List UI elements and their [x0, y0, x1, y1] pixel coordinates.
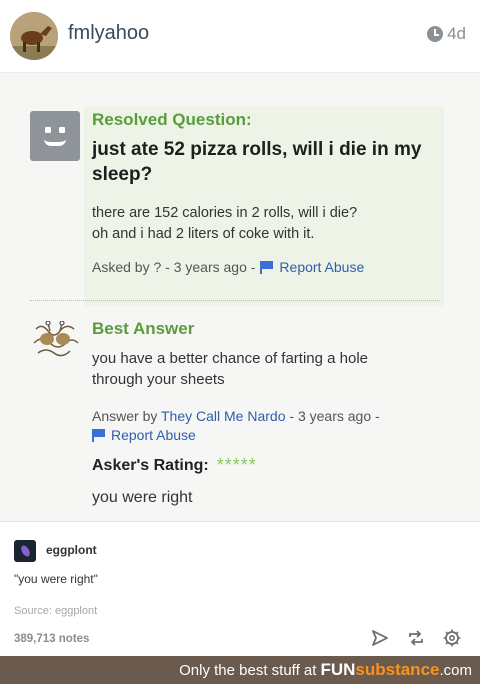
watermark-footer: Only the best stuff at FUNsubstance .com	[0, 656, 480, 684]
best-answer-heading: Best Answer	[92, 319, 195, 338]
spaghetti-monster-avatar-icon	[33, 321, 79, 357]
eggplant-avatar[interactable]	[14, 540, 36, 562]
answer-body-line: through your sheets	[92, 371, 225, 388]
flag-icon	[92, 428, 106, 442]
username[interactable]: fmlyahoo	[68, 22, 149, 45]
rating-comment: you were right	[92, 489, 193, 506]
resolved-question-heading: Resolved Question:	[92, 110, 252, 129]
post-header: fmlyahoo 4d	[0, 0, 480, 72]
share-icon[interactable]	[370, 628, 390, 648]
rating-label: Asker's Rating:	[92, 456, 209, 474]
answer-report-line: Report Abuse	[92, 427, 196, 443]
answer-body-line: you have a better chance of farting a ho…	[92, 350, 369, 367]
answer-by-suffix: - 3 years ago -	[285, 408, 380, 424]
post-actions	[370, 628, 462, 648]
answer-by-line: Answer by They Call Me Nardo - 3 years a…	[92, 406, 442, 427]
notes-count[interactable]: 389,713 notes	[14, 633, 89, 645]
asked-by-line: Asked by ? - 3 years ago - Report Abuse	[92, 259, 364, 275]
answerer-link[interactable]: They Call Me Nardo	[161, 408, 286, 424]
default-avatar-icon	[30, 111, 80, 161]
question-body-line: oh and i had 2 liters of coke with it.	[92, 226, 315, 242]
question-body: there are 152 calories in 2 rolls, will …	[92, 203, 432, 245]
reblog-section: eggplont "you were right" Source: eggplo…	[0, 521, 480, 656]
section-divider	[30, 300, 440, 301]
asked-by-text: Asked by ? - 3 years ago -	[92, 259, 256, 275]
post-age-text: 4d	[447, 24, 466, 43]
footer-domain: .com	[439, 661, 472, 679]
source-link[interactable]: Source: eggplont	[14, 605, 97, 617]
answer-body: you have a better chance of farting a ho…	[92, 348, 442, 390]
footer-tagline: Only the best stuff at	[179, 661, 317, 679]
answer-by-prefix: Answer by	[92, 408, 161, 424]
post-image: Resolved Question: just ate 52 pizza rol…	[0, 73, 480, 521]
reblog-username[interactable]: eggplont	[46, 543, 97, 557]
flag-icon	[260, 260, 274, 274]
post-age: 4d	[427, 24, 466, 44]
reblog-icon[interactable]	[406, 628, 426, 648]
report-abuse-link[interactable]: Report Abuse	[279, 259, 364, 275]
clock-icon	[427, 26, 444, 42]
report-abuse-link[interactable]: Report Abuse	[111, 427, 196, 443]
rating-stars: *****	[216, 455, 257, 475]
question-title: just ate 52 pizza rolls, will i die in m…	[92, 139, 422, 185]
question-body-line: there are 152 calories in 2 rolls, will …	[92, 205, 358, 221]
funsubstance-logo: FUNsubstance	[320, 660, 440, 679]
horse-avatar[interactable]	[10, 12, 58, 60]
askers-rating: Asker's Rating: *****	[92, 455, 257, 476]
reblog-caption: "you were right"	[14, 572, 98, 586]
settings-gear-icon[interactable]	[442, 628, 462, 648]
